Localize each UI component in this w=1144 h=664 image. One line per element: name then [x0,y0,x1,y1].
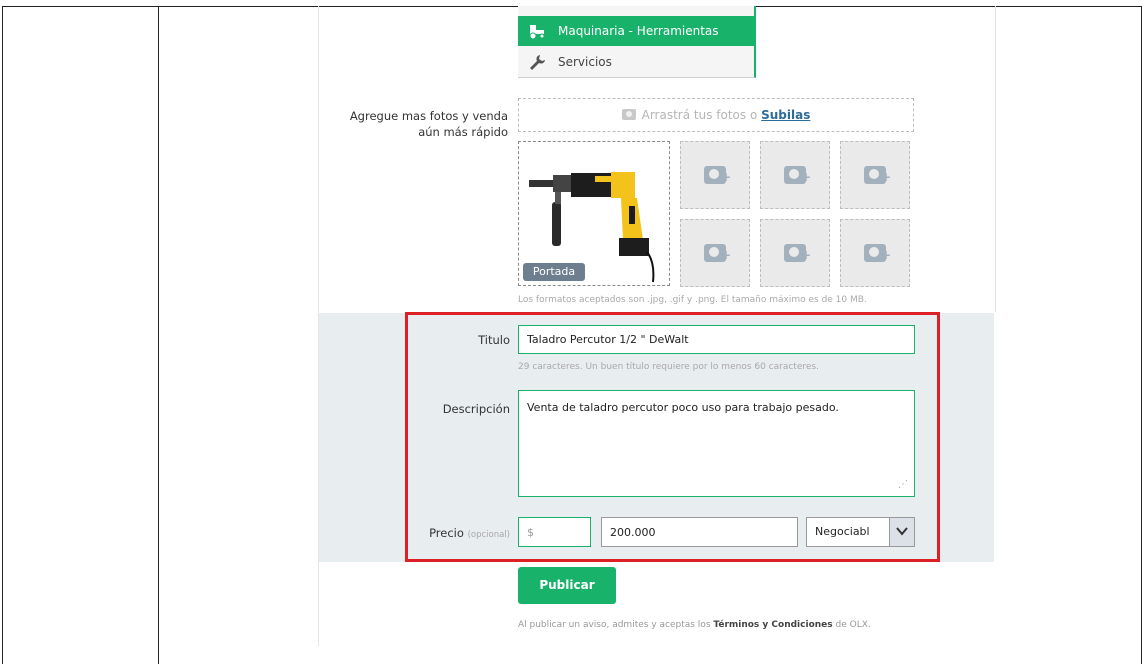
formats-note: Los formatos aceptados son .jpg, .gif y … [518,295,867,305]
category-item-maquinaria[interactable]: Maquinaria - Herramientas [518,16,754,46]
camera-icon [621,109,636,120]
add-photo-icon [864,244,891,262]
upload-link[interactable]: Subilas [761,108,810,122]
photo-slot[interactable] [760,141,830,209]
tractor-icon [529,25,545,40]
wrench-icon [530,55,545,70]
content-right-edge [995,6,996,312]
photo-slot[interactable] [840,141,910,209]
highlight-box [405,312,940,562]
add-photo-icon [864,166,891,184]
photo-slot[interactable] [680,141,750,209]
add-photo-icon [704,166,731,184]
table-column-divider [158,6,159,664]
photo-slot[interactable] [760,219,830,287]
category-item-servicios[interactable]: Servicios [518,48,754,76]
add-photo-icon [784,166,811,184]
legal-note: Al publicar un aviso, admites y aceptas … [518,620,871,630]
publish-button[interactable]: Publicar [518,567,616,604]
category-label: Maquinaria - Herramientas [558,24,719,38]
cover-badge: Portada [523,263,585,281]
photo-dropzone[interactable]: Arrastrá tus fotos o Subilas [518,98,914,132]
photo-slot[interactable] [680,219,750,287]
terms-link[interactable]: Términos y Condiciones [713,620,832,630]
table-border-left [2,6,3,664]
category-label: Servicios [558,55,612,69]
photo-slot[interactable] [840,219,910,287]
photos-label: Agregue mas fotos y venda aún más rápido [349,109,508,139]
table-border-right [1141,6,1142,664]
add-photo-icon [704,244,731,262]
add-photo-icon [784,244,811,262]
